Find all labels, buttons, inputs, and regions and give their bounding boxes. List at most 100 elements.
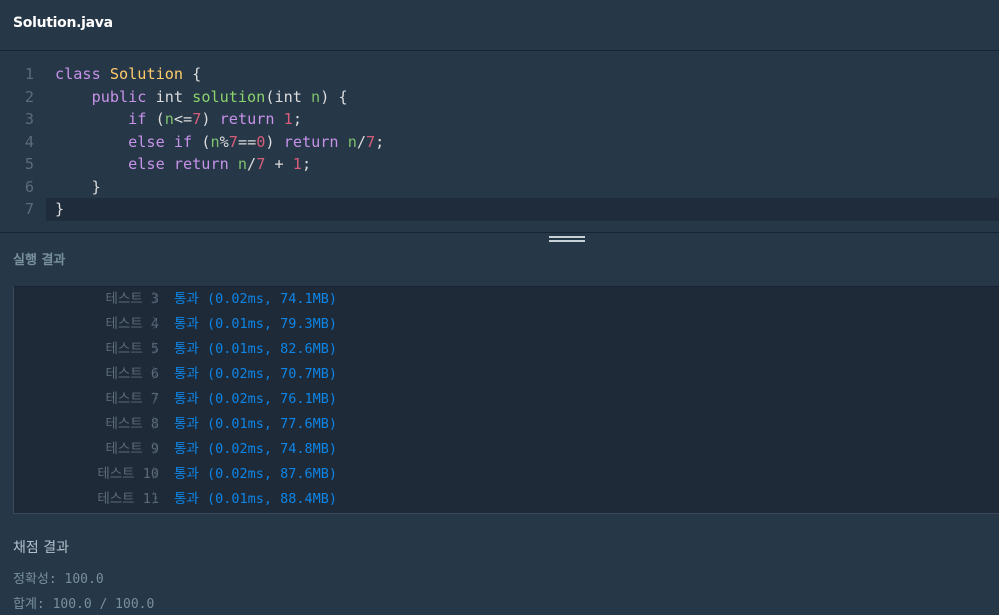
- line-number: 6: [24, 177, 34, 196]
- code-token: n: [237, 155, 248, 173]
- test-result-status: 통과 (0.02ms, 87.6MB): [174, 466, 338, 482]
- code-token: return: [219, 110, 284, 128]
- chevron-right-icon: 〉: [152, 366, 166, 382]
- code-token: 1: [292, 155, 302, 173]
- code-token: Solution: [109, 65, 184, 83]
- test-name: 테스트 10: [97, 466, 159, 482]
- code-text[interactable]: else if (n%7==0) return n/7;: [55, 131, 384, 154]
- code-token: int: [155, 87, 193, 106]
- chevron-right-icon: 〉: [152, 491, 166, 507]
- code-text[interactable]: }: [55, 176, 101, 199]
- code-token: public: [55, 87, 156, 106]
- code-token: 1: [283, 110, 293, 128]
- code-editor[interactable]: 1 class Solution {2 public int solution(i…: [0, 51, 999, 232]
- code-token: /: [356, 132, 367, 151]
- code-token: 7: [228, 132, 238, 151]
- code-token: ;: [375, 132, 385, 151]
- code-text[interactable]: if (n<=7) return 1;: [55, 108, 302, 131]
- code-token: ) {: [320, 87, 348, 106]
- test-result-status: 통과 (0.02ms, 74.8MB): [174, 441, 338, 457]
- code-token: ): [265, 132, 284, 151]
- file-tab-title[interactable]: Solution.java: [13, 15, 113, 31]
- test-result-status: 통과 (0.02ms, 70.7MB): [174, 366, 338, 382]
- chevron-right-icon: 〉: [152, 391, 166, 407]
- test-result-row: 테스트 8 〉 통과 (0.01ms, 77.6MB): [14, 412, 999, 437]
- code-token: ;: [301, 155, 312, 173]
- code-token: /: [247, 155, 257, 173]
- file-tab-bar: Solution.java: [0, 0, 999, 51]
- test-result-row: 테스트 4 〉 통과 (0.01ms, 79.3MB): [14, 312, 999, 337]
- test-result-row: 테스트 7 〉 통과 (0.02ms, 76.1MB): [14, 387, 999, 412]
- code-text[interactable]: }: [55, 198, 64, 221]
- code-line[interactable]: 4 else if (n%7==0) return n/7;: [0, 131, 999, 154]
- code-token: else if: [55, 132, 202, 151]
- test-name: 테스트 6: [105, 366, 159, 382]
- results-list[interactable]: 테스트 3 〉 통과 (0.02ms, 74.1MB) 테스트 4 〉 통과 (0.01m…: [13, 286, 999, 514]
- test-result-row: 테스트 3 〉 통과 (0.02ms, 74.1MB): [14, 287, 999, 312]
- code-token: }: [55, 200, 65, 218]
- line-number: 5: [24, 155, 34, 173]
- code-token: ==: [237, 132, 257, 151]
- test-name: 테스트 8: [105, 416, 159, 432]
- test-name: 테스트 7: [105, 391, 159, 407]
- code-token: +: [265, 155, 293, 173]
- code-token: 7: [192, 110, 202, 128]
- code-line[interactable]: 3 if (n<=7) return 1;: [0, 108, 999, 131]
- code-token: (int: [265, 87, 312, 106]
- code-line[interactable]: 2 public int solution(int n) {: [0, 86, 999, 109]
- line-number: 2: [24, 87, 34, 106]
- chevron-right-icon: 〉: [152, 466, 166, 482]
- code-token: else return: [55, 155, 238, 173]
- code-content[interactable]: 1 class Solution {2 public int solution(i…: [0, 63, 999, 221]
- code-text[interactable]: public int solution(int n) {: [55, 86, 348, 109]
- chevron-right-icon: 〉: [152, 316, 166, 332]
- chevron-right-icon: 〉: [152, 416, 166, 432]
- test-result-row: 테스트 6 〉 통과 (0.02ms, 70.7MB): [14, 362, 999, 387]
- code-token: return: [283, 132, 348, 151]
- grading-title: 채점 결과: [13, 540, 69, 556]
- code-token: class: [55, 65, 110, 83]
- test-result-status: 통과 (0.01ms, 79.3MB): [174, 316, 338, 332]
- code-token: {: [183, 65, 202, 83]
- code-token: ;: [292, 110, 302, 128]
- chevron-right-icon: 〉: [152, 291, 166, 307]
- code-text[interactable]: class Solution {: [55, 63, 201, 86]
- test-result-row: 테스트 11 〉 통과 (0.01ms, 88.4MB): [14, 487, 999, 512]
- grading-total: 합계: 100.0 / 100.0: [13, 597, 155, 612]
- code-token: n: [347, 132, 357, 151]
- code-line[interactable]: 6 }: [0, 176, 999, 199]
- line-number: 7: [24, 200, 34, 218]
- test-name: 테스트 11: [97, 491, 159, 507]
- test-result-row: 테스트 5 〉 통과 (0.01ms, 82.6MB): [14, 337, 999, 362]
- test-result-status: 통과 (0.02ms, 74.1MB): [174, 291, 338, 307]
- grading-accuracy: 정확성: 100.0: [13, 572, 104, 587]
- chevron-right-icon: 〉: [152, 341, 166, 357]
- code-text[interactable]: else return n/7 + 1;: [55, 153, 311, 176]
- code-line[interactable]: 7}: [0, 198, 999, 221]
- current-line-highlight: [46, 198, 999, 221]
- code-line[interactable]: 1 class Solution {: [0, 63, 999, 86]
- code-token: (: [155, 110, 165, 128]
- line-number: 4: [24, 132, 34, 151]
- code-token: n: [164, 110, 174, 128]
- code-token: n: [311, 87, 321, 106]
- test-name: 테스트 5: [105, 341, 159, 357]
- code-token: n: [210, 132, 220, 151]
- test-result-row: 테스트 9 〉 통과 (0.02ms, 74.8MB): [14, 437, 999, 462]
- code-token: %: [219, 132, 229, 151]
- line-number: 3: [24, 110, 34, 128]
- code-token: 7: [256, 155, 266, 173]
- test-result-status: 통과 (0.01ms, 82.6MB): [174, 341, 338, 357]
- code-token: }: [55, 177, 101, 196]
- resize-handle-icon[interactable]: [549, 236, 585, 246]
- test-result-status: 통과 (0.01ms, 88.4MB): [174, 491, 338, 507]
- code-line[interactable]: 5 else return n/7 + 1;: [0, 153, 999, 176]
- results-title: 실행 결과: [13, 253, 66, 268]
- chevron-right-icon: 〉: [152, 441, 166, 457]
- panel-divider: [0, 232, 999, 233]
- test-name: 테스트 3: [105, 291, 159, 307]
- test-result-row: 테스트 10 〉 통과 (0.02ms, 87.6MB): [14, 462, 999, 487]
- line-number: 1: [24, 65, 34, 83]
- code-token: 7: [366, 132, 376, 151]
- code-token: <=: [173, 110, 193, 128]
